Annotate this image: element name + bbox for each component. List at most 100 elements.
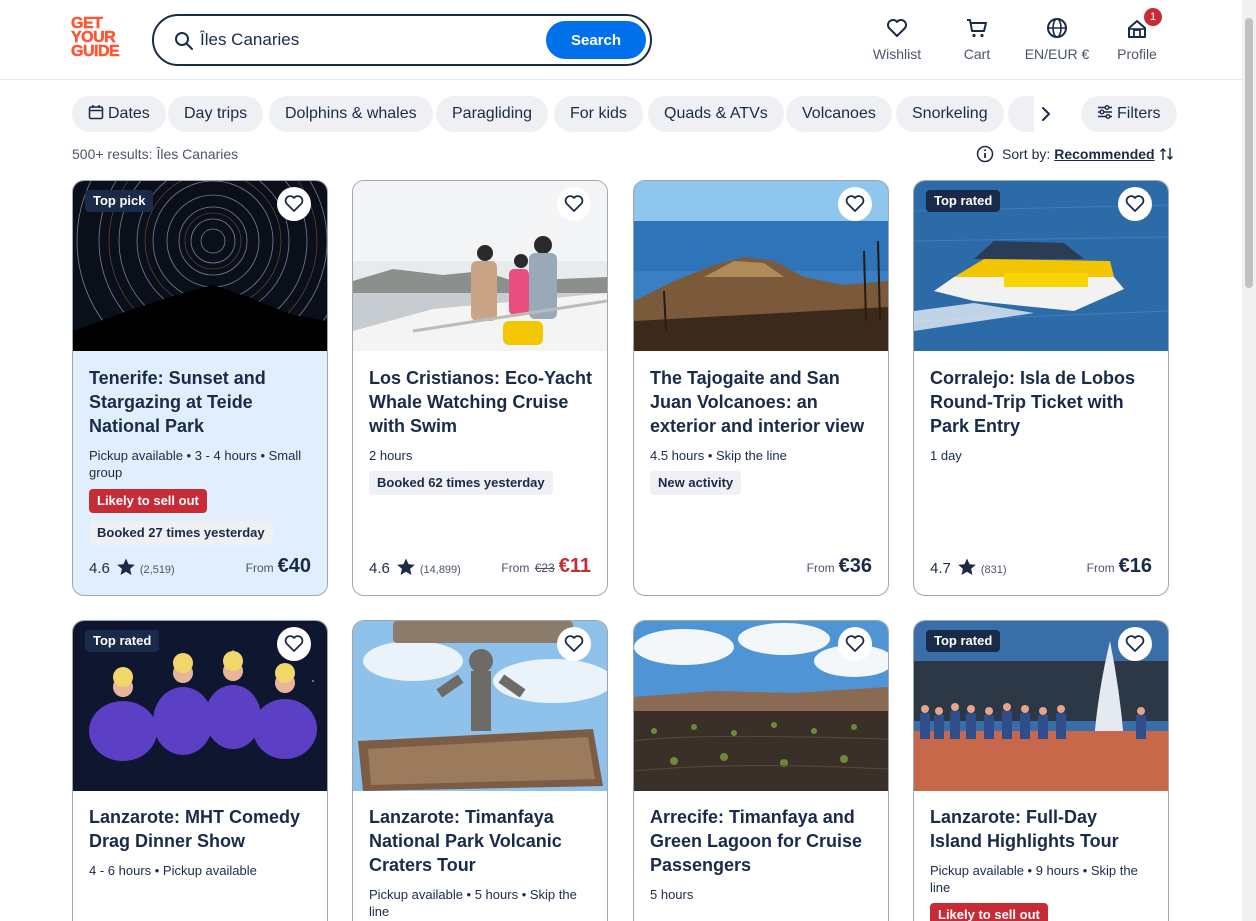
card-meta: Pickup available • 3 - 4 hours • Small g… (89, 448, 302, 480)
card-meta: 2 hours (369, 448, 413, 463)
activity-card[interactable]: Top rated Lanzarote: Full-Day Island Hig… (913, 620, 1169, 921)
card-meta: Pickup available • 5 hours • Skip the li… (369, 887, 577, 919)
activity-card[interactable]: The Tajogaite and San Juan Volcanoes: an… (633, 180, 889, 596)
review-count: (2,519) (139, 564, 175, 576)
chip-label: Paragliding (452, 105, 533, 122)
chip-label: Day trips (184, 105, 248, 122)
chip-overflow-fade (1008, 96, 1034, 132)
card-tag: Top rated (926, 190, 1001, 212)
search-input[interactable] (200, 26, 530, 54)
filters-button[interactable]: Filters (1081, 96, 1177, 132)
profile-label: Profile (1117, 46, 1157, 62)
scrollbar-thumb[interactable] (1245, 18, 1253, 288)
card-meta: 4 - 6 hours • Pickup available (89, 863, 257, 878)
activity-card[interactable]: Los Cristianos: Eco-Yacht Whale Watching… (352, 180, 608, 596)
chip-for-kids[interactable]: For kids (554, 96, 643, 132)
getyourguide-logo[interactable]: GET YOUR GUIDE (71, 15, 131, 63)
card-title[interactable]: Lanzarote: MHT Comedy Drag Dinner Show (89, 805, 313, 853)
heart-icon (564, 635, 584, 652)
rating-value: 4.7 (930, 560, 951, 577)
chip-label: Dates (108, 105, 150, 122)
filters-label: Filters (1117, 105, 1161, 122)
cart-icon (967, 19, 987, 38)
heart-icon (284, 195, 304, 212)
chip-dates[interactable]: Dates (72, 96, 166, 132)
chip-quads-atvs[interactable]: Quads & ATVs (648, 96, 784, 132)
card-price: From €36 (807, 555, 872, 578)
sort-control[interactable]: Sort by: Recommended (976, 145, 1175, 165)
card-title[interactable]: Arrecife: Timanfaya and Green Lagoon for… (650, 805, 874, 877)
sell-out-badge: Likely to sell out (89, 489, 207, 513)
chevron-right-icon[interactable] (1032, 100, 1060, 128)
activity-card[interactable]: Arrecife: Timanfaya and Green Lagoon for… (633, 620, 889, 921)
rating-value: 4.6 (89, 560, 110, 577)
star-icon (117, 558, 135, 575)
rating-value: 4.6 (369, 560, 390, 577)
wishlist-button[interactable] (1118, 627, 1152, 661)
card-title[interactable]: Corralejo: Isla de Lobos Round-Trip Tick… (930, 366, 1154, 438)
booked-badge: Booked 27 times yesterday (89, 521, 273, 545)
heart-icon (564, 195, 584, 212)
page-scrollbar[interactable] (1242, 0, 1256, 921)
price-amount: €40 (277, 555, 311, 577)
chip-volcanoes[interactable]: Volcanoes (786, 96, 892, 132)
chip-label: Quads & ATVs (664, 105, 768, 122)
info-icon[interactable] (976, 145, 994, 163)
sort-value[interactable]: Recommended (1054, 146, 1154, 162)
wishlist-button[interactable] (277, 187, 311, 221)
sort-arrows-icon[interactable] (1159, 146, 1175, 162)
sliders-icon (1098, 105, 1112, 119)
calendar-icon (88, 105, 104, 120)
card-meta: 5 hours (650, 887, 694, 902)
card-price: From €16 (1087, 555, 1152, 578)
card-meta: 4.5 hours • Skip the line (650, 448, 787, 463)
wishlist-button[interactable] (838, 627, 872, 661)
price-amount: €11 (558, 555, 591, 577)
heart-icon (845, 635, 865, 652)
card-title[interactable]: Lanzarote: Timanfaya National Park Volca… (369, 805, 593, 877)
filter-chips: Dates Day trips Dolphins & whales Paragl… (72, 96, 1177, 132)
activity-card[interactable]: Lanzarote: Timanfaya National Park Volca… (352, 620, 608, 921)
card-tag: Top rated (926, 630, 1001, 652)
card-title[interactable]: The Tajogaite and San Juan Volcanoes: an… (650, 366, 874, 438)
chip-dolphins-whales[interactable]: Dolphins & whales (269, 96, 433, 132)
cart-label: Cart (963, 46, 991, 62)
sell-out-badge: Likely to sell out (930, 903, 1048, 921)
profile-link[interactable]: Profile 1 (1110, 8, 1164, 62)
chip-day-trips[interactable]: Day trips (168, 96, 264, 132)
wishlist-button[interactable] (277, 627, 311, 661)
card-rating: 4.6 (2,519) (89, 557, 175, 579)
wishlist-button[interactable] (557, 187, 591, 221)
star-icon (397, 558, 415, 575)
chip-snorkeling[interactable]: Snorkeling (896, 96, 1004, 132)
wishlist-button[interactable] (1118, 187, 1152, 221)
cart-link[interactable]: Cart (952, 16, 1002, 62)
wishlist-button[interactable] (557, 627, 591, 661)
price-prefix: From (806, 561, 835, 575)
activity-card[interactable]: Top rated Corralejo: Isla de Lobos Round… (913, 180, 1169, 596)
card-title[interactable]: Los Cristianos: Eco-Yacht Whale Watching… (369, 366, 593, 438)
new-activity-badge: New activity (650, 471, 742, 495)
card-tag: Top pick (85, 190, 154, 212)
search-button[interactable]: Search (546, 21, 646, 59)
sort-label: Sort by: (1002, 146, 1051, 162)
card-rating: 4.6 (14,899) (369, 557, 461, 579)
heart-icon (1125, 635, 1145, 652)
chip-label: Snorkeling (912, 105, 988, 122)
search-icon (175, 32, 193, 50)
card-title[interactable]: Tenerife: Sunset and Stargazing at Teide… (89, 366, 313, 438)
price-prefix: From (1086, 561, 1115, 575)
wishlist-button[interactable] (838, 187, 872, 221)
price-amount: €36 (838, 555, 872, 577)
activity-card[interactable]: Top pick Tenerife: Sunset and Stargazing… (72, 180, 328, 596)
card-meta: 1 day (930, 448, 962, 463)
card-title[interactable]: Lanzarote: Full-Day Island Highlights To… (930, 805, 1154, 853)
chip-label: Dolphins & whales (285, 105, 417, 122)
language-currency-link[interactable]: EN/EUR € (1020, 16, 1094, 62)
header: GET YOUR GUIDE Search Wishlist Cart EN/E… (0, 0, 1242, 80)
wishlist-link[interactable]: Wishlist (868, 16, 926, 62)
activity-card[interactable]: Top rated Lanzarote: MHT Comedy Drag Din… (72, 620, 328, 921)
globe-icon (1047, 18, 1067, 38)
review-count: (14,899) (419, 564, 461, 576)
chip-paragliding[interactable]: Paragliding (436, 96, 549, 132)
